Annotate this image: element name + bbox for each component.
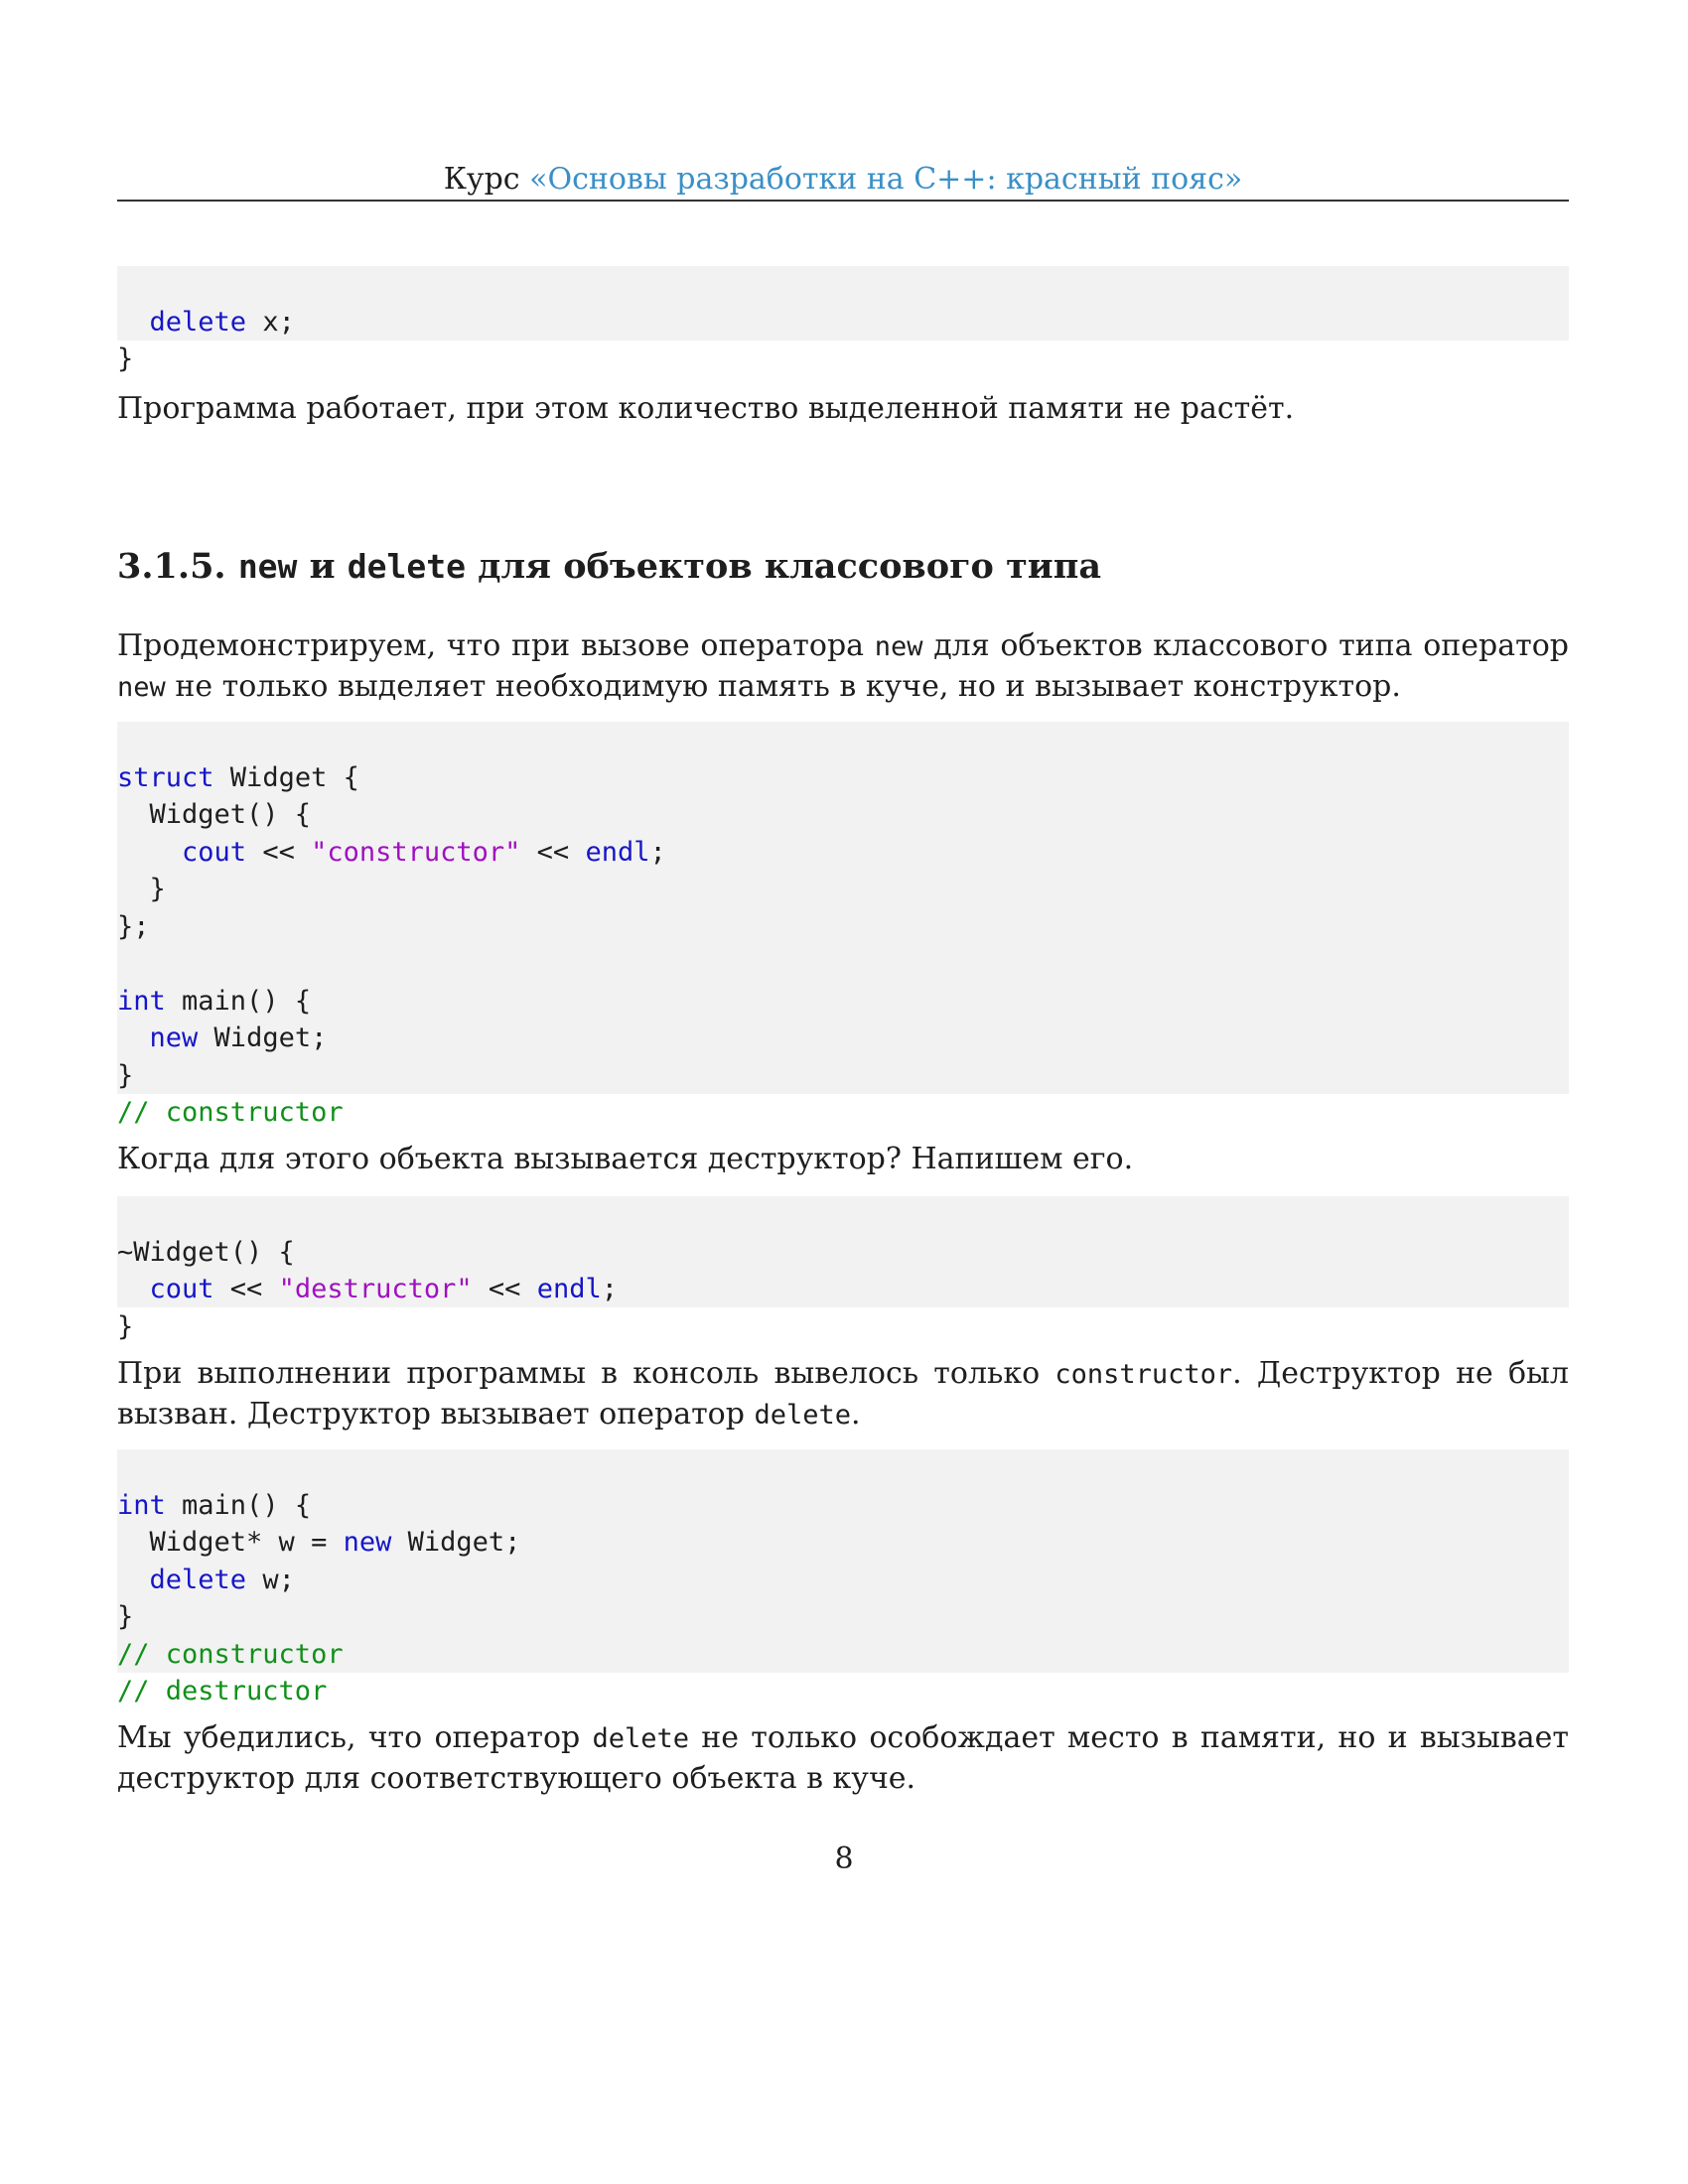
header-rule bbox=[117, 200, 1569, 202]
code-line: delete w; bbox=[149, 1564, 295, 1595]
code-block-1: delete x;} bbox=[117, 266, 1569, 374]
code-line: Widget* w = new Widget; bbox=[117, 1527, 521, 1558]
code-line: new Widget; bbox=[149, 1023, 328, 1053]
paragraph: Продемонстрируем, что при вызове операто… bbox=[117, 628, 1569, 704]
code-comment: // constructor bbox=[117, 1638, 344, 1670]
code-line: delete x; bbox=[149, 306, 295, 338]
code-line: cout << "destructor" << endl; bbox=[149, 1274, 618, 1304]
code-block-4: int main() { Widget* w = new Widget; del… bbox=[117, 1449, 1569, 1706]
paragraph: Программа работает, при этом количество … bbox=[117, 391, 1295, 426]
code-line: } bbox=[117, 1059, 134, 1091]
code-line: cout << "constructor" << endl; bbox=[182, 836, 666, 868]
header-prefix: Курс bbox=[443, 162, 530, 197]
paragraph: Мы убедились, что оператор delete не тол… bbox=[117, 1720, 1570, 1796]
code-line: }; bbox=[117, 910, 150, 942]
code-line: struct Widget { bbox=[117, 761, 359, 793]
section-heading: 3.1.5. new и delete для объектов классов… bbox=[117, 546, 1102, 587]
code-block-2: struct Widget { Widget() { cout << "cons… bbox=[117, 722, 1569, 1128]
code-line: int main() { bbox=[117, 985, 312, 1017]
code-line: } bbox=[117, 1601, 134, 1632]
paragraph: При выполнении программы в консоль вывел… bbox=[117, 1356, 1569, 1432]
course-title-link[interactable]: «Основы разработки на C++: красный пояс» bbox=[529, 162, 1242, 197]
page-number: 8 bbox=[834, 1842, 854, 1876]
running-header: Курс «Основы разработки на C++: красный … bbox=[117, 161, 1569, 199]
code-line: } bbox=[117, 343, 134, 374]
code-comment: // constructor bbox=[117, 1097, 344, 1128]
section-number: 3.1.5. bbox=[117, 546, 226, 587]
code-block-3: ~Widget() { cout << "destructor" << endl… bbox=[117, 1196, 1569, 1342]
code-line: ~Widget() { bbox=[117, 1236, 295, 1268]
code-line: } bbox=[117, 1310, 134, 1342]
code-comment: // destructor bbox=[117, 1676, 328, 1706]
code-line: int main() { bbox=[117, 1489, 312, 1521]
paragraph: Когда для этого объекта вызывается дестр… bbox=[117, 1142, 1134, 1176]
code-line: } bbox=[117, 874, 166, 904]
code-line: Widget() { bbox=[117, 799, 312, 830]
